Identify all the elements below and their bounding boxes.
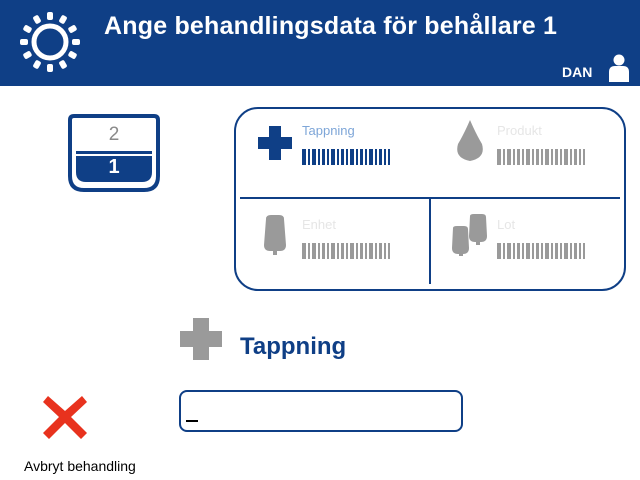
bag-icon	[264, 215, 286, 255]
barcode-icon	[302, 149, 390, 165]
panel-item-label: Tappning	[302, 123, 355, 138]
cancel-label: Avbryt behandling	[24, 458, 136, 474]
panel-item-label: Enhet	[302, 217, 336, 232]
barcode-icon	[497, 149, 585, 165]
container-number-2: 2	[108, 124, 120, 145]
text-cursor	[186, 420, 198, 422]
cross-icon	[180, 318, 222, 360]
panel-divider-vertical	[429, 198, 431, 284]
barcode-icon	[497, 243, 585, 259]
user-name: DAN	[562, 64, 593, 80]
user-icon[interactable]	[606, 54, 632, 82]
tappning-input[interactable]	[179, 390, 463, 432]
close-icon	[43, 396, 87, 439]
panel-item-label: Lot	[497, 217, 516, 232]
drop-icon	[457, 120, 483, 161]
section-title: Tappning	[240, 333, 347, 360]
cross-icon	[258, 126, 292, 160]
sun-icon	[20, 12, 80, 72]
page-title: Ange behandlingsdata för behållare 1	[104, 12, 558, 40]
header-bar: Ange behandlingsdata för behållare 1 DAN	[0, 0, 640, 86]
panel-item-label: Produkt	[497, 123, 542, 138]
bags-icon	[452, 214, 487, 256]
barcode-icon	[302, 243, 390, 259]
container-number-1: 1	[108, 156, 120, 178]
